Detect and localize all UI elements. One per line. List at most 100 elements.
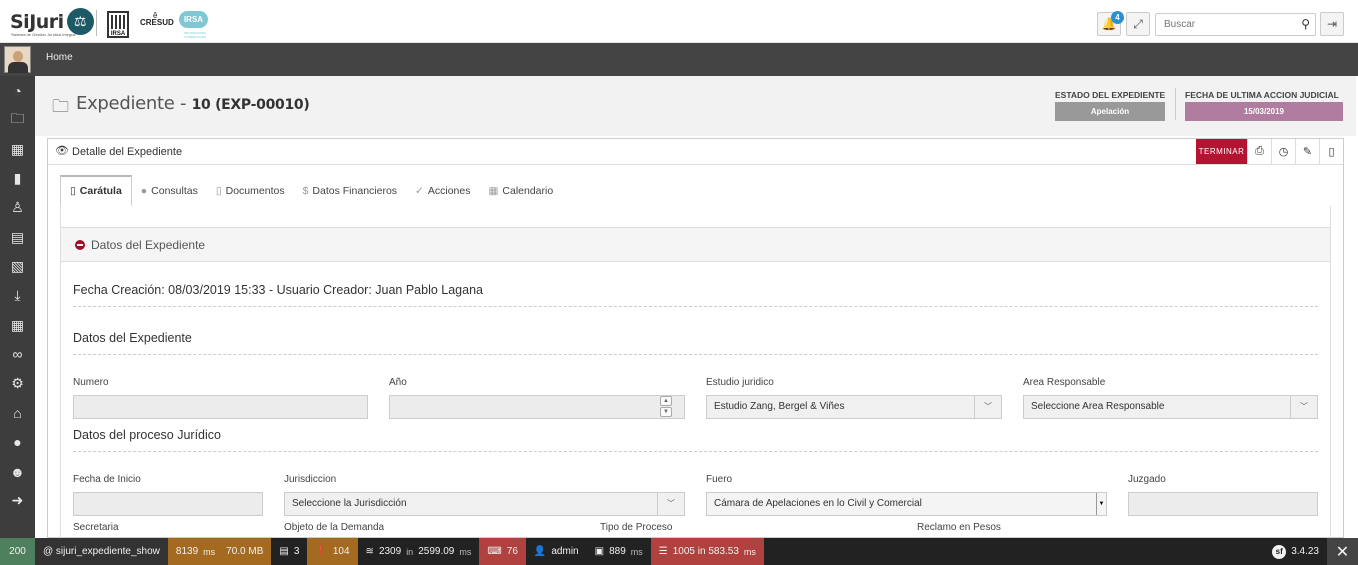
estado-label: ESTADO DEL EXPEDIENTE (1055, 90, 1166, 100)
numero-input[interactable] (73, 395, 368, 419)
layers-icon: ≋ (365, 546, 374, 557)
person-icon[interactable]: ♙ (0, 193, 35, 222)
bank-icon[interactable]: ⌂ (0, 398, 35, 427)
avatar[interactable] (4, 46, 31, 73)
user-icon: 👤 (533, 546, 547, 557)
decrement-icon[interactable]: ▼ (660, 407, 672, 417)
cogs-icon[interactable]: ⚙ (0, 369, 35, 398)
history-button[interactable]: ◷ (1271, 139, 1295, 164)
tab-caratula[interactable]: ▯ Carátula (60, 175, 132, 206)
anio-stepper[interactable]: ▲ ▼ (660, 396, 674, 418)
logout-button[interactable]: ⇥ (1320, 12, 1344, 36)
panel-title: Detalle del Expediente (72, 146, 183, 158)
pdf-icon: ▯ (1328, 146, 1335, 158)
logout-icon: ⇥ (1326, 17, 1338, 31)
divider (1175, 88, 1176, 120)
juzgado-input[interactable] (1128, 492, 1318, 516)
anio-input[interactable]: ▲ ▼ (389, 395, 685, 419)
tab-bar: ▯ Carátula ● Consultas ▯ Documentos $ Datos … (60, 175, 562, 206)
symfony-version[interactable]: sf 3.4.23 (1264, 538, 1327, 565)
logs-panel[interactable]: ❗ 104 (307, 538, 358, 565)
folder-icon[interactable]: 🗀 (0, 105, 35, 134)
pdf-button[interactable]: ▯ (1319, 139, 1343, 164)
bookmark-icon[interactable]: ▮ (0, 164, 35, 193)
tab-documentos[interactable]: ▯ Documentos (207, 175, 294, 206)
arrow-right-icon[interactable]: ➜ (0, 486, 35, 515)
clipboard-icon: ▤ (279, 546, 289, 557)
divider (96, 10, 97, 36)
estado-badge: Apelación (1055, 102, 1165, 121)
symfony-icon: sf (1272, 544, 1287, 559)
route-name[interactable]: @ sijuri_expediente_show (35, 538, 168, 565)
search-icon[interactable]: ⚲ (1301, 17, 1310, 31)
close-toolbar-button[interactable]: ✕ (1327, 538, 1358, 565)
security-panel[interactable]: 👤 admin (526, 538, 587, 565)
collapse-icon[interactable] (75, 240, 85, 250)
breadcrumb-home[interactable]: Home (46, 52, 73, 63)
close-icon: ✕ (1335, 543, 1350, 561)
chevron-down-icon: ﹀ (1290, 396, 1317, 418)
terminar-button[interactable]: TERMINAR (1196, 139, 1247, 164)
irsa-logo: IRSA (107, 11, 129, 38)
fullscreen-button[interactable]: ⤢ (1126, 12, 1150, 36)
sijuri-logo[interactable]: SiJuri ⚖ Sistema de Gestión Jurídica Int… (10, 8, 94, 37)
expand-icon: ⤢ (1133, 16, 1143, 31)
area-select[interactable]: Seleccione Area Responsable ﹀ (1023, 395, 1318, 419)
area-value: Seleccione Area Responsable (1031, 401, 1165, 412)
print-icon: ⎙ (1255, 145, 1264, 157)
table-icon[interactable]: ▦ (0, 310, 35, 339)
template-icon: ▣ (594, 546, 605, 557)
detalle-panel: 👁 Detalle del Expediente TERMINAR ⎙ ◷ ✎ … (47, 138, 1344, 539)
database-panel[interactable]: ☰ 1005 in 583.53 ms (650, 538, 764, 565)
jurisdiccion-label: Jurisdiccion (284, 474, 337, 485)
tab-calendario[interactable]: ▦ Calendario (479, 175, 562, 206)
dashboard-icon[interactable]: ◔ (0, 76, 35, 105)
section-header[interactable]: Datos del Expediente (61, 227, 1330, 262)
divider (73, 354, 1318, 355)
file-icon: ▯ (215, 184, 222, 197)
section-title: Datos del Expediente (91, 238, 206, 252)
expediente-id: 10 (EXP-00010) (191, 97, 310, 113)
link-icon[interactable]: ∞ (0, 340, 35, 369)
chevron-down-icon: ﹀ (974, 396, 1001, 418)
user-icon[interactable]: ● (0, 428, 35, 457)
search-input[interactable] (1156, 14, 1291, 35)
breadcrumb-bar (0, 43, 1358, 76)
forms-panel[interactable]: ▤ 3 (271, 538, 307, 565)
tab-content: Datos del Expediente Fecha Creación: 08/… (60, 206, 1331, 539)
fuero-select[interactable]: Cámara de Apelaciones en lo Civil y Come… (706, 492, 1107, 516)
estudio-value: Estudio Zang, Bergel & Viñes (714, 401, 845, 412)
building-icon[interactable]: ▦ (0, 135, 35, 164)
search-box: ⚲ (1155, 13, 1316, 36)
fuero-label: Fuero (706, 474, 733, 485)
print-button[interactable]: ⎙ (1247, 139, 1271, 164)
increment-icon[interactable]: ▲ (660, 396, 672, 406)
sidebar: ◔ 🗀 ▦ ▮ ♙ ▤ ▧ ⤓ ▦ ∞ ⚙ ⌂ ● ☻ ➜ (0, 76, 35, 538)
jurisdiccion-select[interactable]: Seleccione la Jurisdicción ﹀ (284, 492, 685, 516)
fecha-inicio-input[interactable] (73, 492, 263, 516)
caret-down-icon: ▼ (1096, 493, 1106, 515)
fecha-badge: 15/03/2019 (1185, 102, 1343, 121)
fecha-label: FECHA DE ULTIMA ACCION JUDICIAL (1185, 90, 1339, 100)
translation-panel[interactable]: ⌨ 76 (479, 538, 526, 565)
download-icon[interactable]: ⤓ (0, 281, 35, 310)
tab-datos-financieros[interactable]: $ Datos Financieros (294, 175, 406, 206)
users-icon[interactable]: ☻ (0, 457, 35, 486)
eye-icon: 👁 (55, 145, 69, 157)
image-icon[interactable]: ▧ (0, 252, 35, 281)
estudio-select[interactable]: Estudio Zang, Bergel & Viñes ﹀ (706, 395, 1002, 419)
panel-header: 👁 Detalle del Expediente TERMINAR ⎙ ◷ ✎ … (48, 139, 1343, 165)
reclamo-label: Reclamo en Pesos (917, 522, 1001, 533)
dollar-icon: $ (302, 184, 309, 197)
anio-label: Año (389, 377, 407, 388)
pencil-icon: ✎ (1302, 146, 1313, 158)
tab-consultas[interactable]: ● Consultas (132, 175, 207, 206)
cache-panel[interactable]: ≋ 2309 in 2599.09 ms (358, 538, 480, 565)
edit-button[interactable]: ✎ (1295, 139, 1319, 164)
timing-panel[interactable]: 8139 ms 70.0 MB (167, 538, 272, 565)
twig-panel[interactable]: ▣ 889 ms (587, 538, 651, 565)
document-icon[interactable]: ▤ (0, 222, 35, 251)
cresud-logo: CRESUD (140, 18, 174, 27)
status-code[interactable]: 200 (0, 538, 35, 565)
tab-acciones[interactable]: ✓ Acciones (406, 175, 479, 206)
